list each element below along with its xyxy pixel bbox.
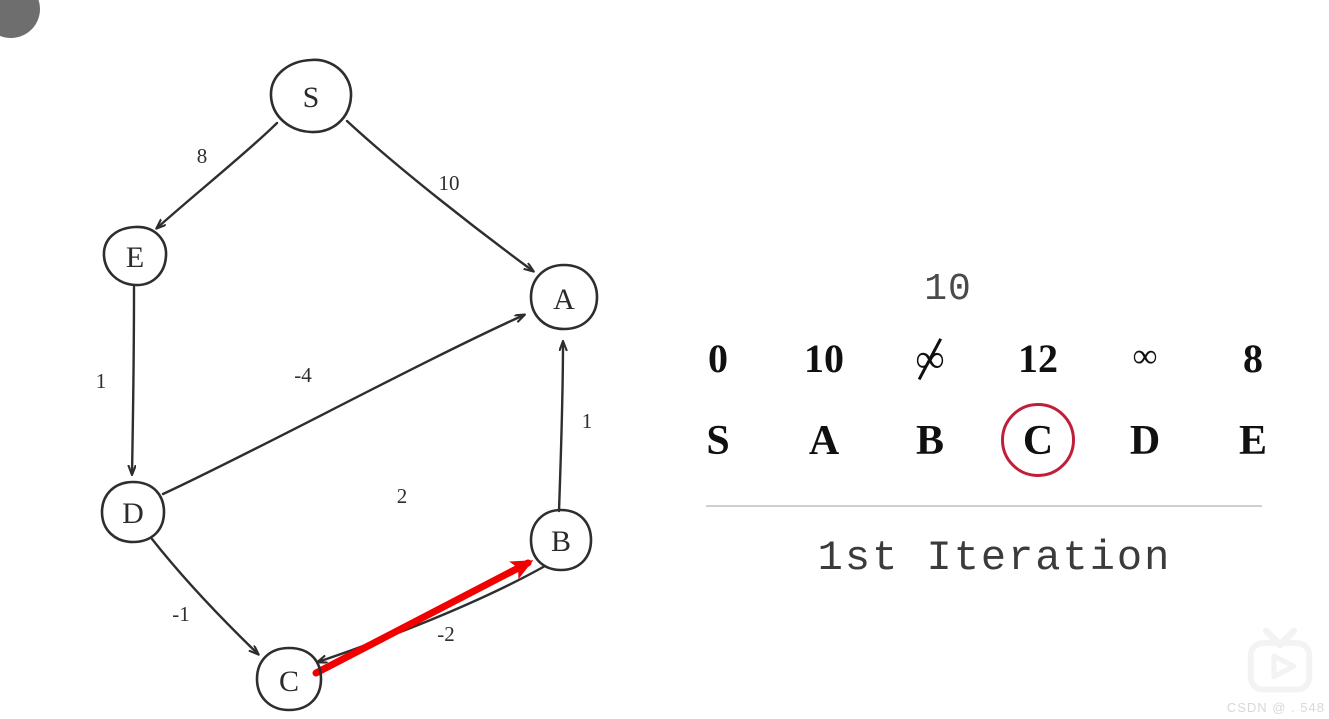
- distance-cell-E[interactable]: 8: [1243, 335, 1263, 382]
- distance-cell-A[interactable]: 10: [804, 335, 844, 382]
- edge-weight-C-B: -2: [437, 622, 455, 646]
- red-highlight-arrow[interactable]: [312, 559, 534, 677]
- node-label-A: A: [553, 283, 575, 316]
- edge-weight-E-D: 1: [96, 369, 107, 393]
- edge-D-C: [150, 537, 258, 654]
- graph-panel: S E A D B C 8 10 1 -4 -1 2 1 -2: [0, 0, 660, 719]
- node-cell-S[interactable]: S: [706, 417, 729, 465]
- edge-E-D: [132, 285, 134, 474]
- edge-B-A: [557, 342, 563, 513]
- distance-cell-S[interactable]: 0: [708, 335, 728, 382]
- edge-weight-S-E: 8: [197, 144, 208, 168]
- node-cell-D[interactable]: D: [1130, 417, 1160, 465]
- distance-cell-B[interactable]: ∞: [916, 335, 945, 382]
- graph-node-B[interactable]: B: [529, 508, 593, 572]
- node-cell-A[interactable]: A: [809, 417, 839, 465]
- graph-node-E[interactable]: E: [102, 225, 168, 287]
- node-cell-E[interactable]: E: [1239, 417, 1267, 465]
- graph-node-A[interactable]: A: [529, 263, 599, 331]
- edge-S-E: [157, 121, 279, 228]
- iteration-caption: 1st Iteration: [817, 534, 1172, 582]
- horizontal-divider: [706, 505, 1262, 507]
- node-label-D: D: [122, 497, 144, 530]
- edge-C-B-highlighted[interactable]: [312, 559, 534, 677]
- graph-node-C[interactable]: C: [255, 646, 323, 712]
- distance-cell-D[interactable]: ∞: [1133, 338, 1157, 376]
- distance-table-panel: 10 0 10 ∞ 12 ∞ 8 S A B C D E 1st Iterati…: [660, 0, 1329, 719]
- edge-weight-D-C: -1: [172, 602, 190, 626]
- edge-weight-B-C: 2: [397, 484, 408, 508]
- graph-node-S[interactable]: S: [269, 58, 353, 134]
- hint-value-above-B: 10: [924, 268, 972, 311]
- graph-node-D[interactable]: D: [100, 480, 166, 544]
- node-label-C: C: [279, 665, 299, 698]
- edge-weight-S-A: 10: [439, 171, 460, 195]
- edge-weight-B-A: 1: [582, 409, 593, 433]
- distance-cell-C[interactable]: 12: [1018, 335, 1058, 382]
- tv-play-logo: [1247, 627, 1313, 693]
- node-cell-C[interactable]: C: [1023, 417, 1053, 465]
- node-cell-B[interactable]: B: [916, 417, 944, 465]
- csdn-watermark: CSDN @ . 548: [1226, 700, 1325, 715]
- node-label-E: E: [126, 241, 144, 274]
- node-label-B: B: [551, 525, 571, 558]
- edge-S-A: [345, 119, 533, 271]
- screenshot-root: S E A D B C 8 10 1 -4 -1 2 1 -2 10 0 10 …: [0, 0, 1329, 719]
- edge-D-A: [161, 315, 524, 496]
- node-label-S: S: [303, 81, 320, 114]
- graph-canvas: S E A D B C 8 10 1 -4 -1 2 1 -2: [96, 58, 599, 712]
- edge-weight-D-A: -4: [294, 363, 312, 387]
